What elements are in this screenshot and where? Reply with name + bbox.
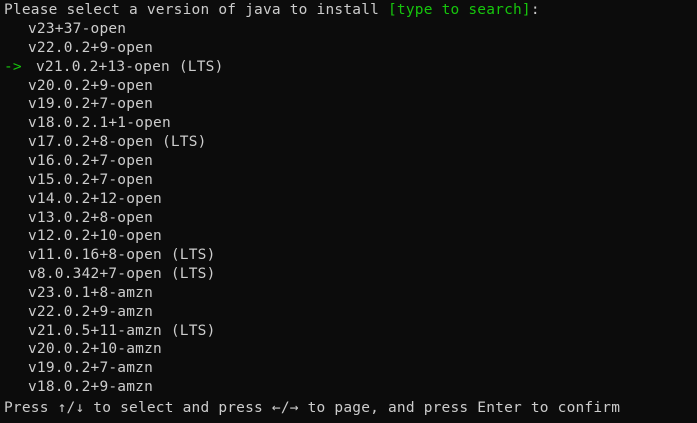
prompt-suffix: : — [530, 2, 540, 18]
version-option[interactable]: v8.0.342+7-open (LTS) — [0, 265, 690, 284]
version-label: v14.0.2+12-open — [28, 190, 162, 207]
version-label: v11.0.16+8-open (LTS) — [28, 247, 216, 264]
version-option[interactable]: v22.0.2+9-open — [0, 39, 690, 58]
version-label: v12.0.2+10-open — [28, 228, 162, 245]
version-label: v22.0.2+9-open — [28, 39, 154, 56]
version-option[interactable]: v13.0.2+8-open — [0, 209, 690, 228]
version-label: v21.0.2+13-open (LTS) — [36, 58, 224, 75]
version-option[interactable]: v16.0.2+7-open — [0, 152, 690, 171]
version-option[interactable]: v17.0.2+8-open (LTS) — [0, 133, 690, 152]
version-label: v22.0.2+9-amzn — [28, 303, 154, 320]
version-label: v20.0.2+10-amzn — [28, 341, 162, 358]
prompt-text: Please select a version of java to insta… — [4, 2, 388, 18]
version-option[interactable]: v20.0.2+10-amzn — [0, 340, 690, 359]
version-option[interactable]: v20.0.2+9-open — [0, 77, 690, 96]
version-label: v19.0.2+7-amzn — [28, 360, 154, 377]
version-option[interactable]: v18.0.2+9-amzn — [0, 378, 690, 397]
version-option[interactable]: v23+37-open — [0, 20, 690, 39]
version-option[interactable]: v19.0.2+7-amzn — [0, 359, 690, 378]
version-label: v18.0.2.1+1-open — [28, 115, 171, 132]
version-option[interactable]: v11.0.16+8-open (LTS) — [0, 246, 690, 265]
version-label: v21.0.5+11-amzn (LTS) — [28, 322, 216, 339]
version-option[interactable]: v19.0.2+7-open — [0, 95, 690, 114]
prompt-line: Please select a version of java to insta… — [4, 1, 540, 20]
version-option[interactable]: v14.0.2+12-open — [0, 190, 690, 209]
search-hint: [type to search] — [387, 2, 531, 18]
version-label: v23.0.1+8-amzn — [28, 284, 154, 301]
version-label: v15.0.2+7-open — [28, 171, 154, 188]
version-label: v19.0.2+7-open — [28, 96, 154, 113]
version-label: v20.0.2+9-open — [28, 77, 154, 94]
version-label: v23+37-open — [28, 21, 127, 37]
version-label: v16.0.2+7-open — [28, 152, 154, 169]
terminal-window: Please select a version of java to insta… — [0, 0, 697, 423]
version-label: v13.0.2+8-open — [28, 209, 154, 226]
version-option-selected[interactable]: -> v21.0.2+13-open (LTS) — [0, 58, 690, 77]
version-option[interactable]: v18.0.2.1+1-open — [0, 114, 690, 133]
footer-instructions: Press ↑/↓ to select and press ←/→ to pag… — [4, 400, 621, 416]
version-option[interactable]: v15.0.2+7-open — [0, 171, 690, 190]
version-option[interactable]: v22.0.2+9-amzn — [0, 303, 690, 322]
version-option[interactable]: v21.0.5+11-amzn (LTS) — [0, 322, 690, 341]
version-option[interactable]: v12.0.2+10-open — [0, 227, 690, 246]
version-option[interactable]: v23.0.1+8-amzn — [0, 284, 690, 303]
version-label: v18.0.2+9-amzn — [28, 379, 154, 396]
selection-arrow-icon: -> — [4, 58, 22, 75]
version-label: v17.0.2+8-open (LTS) — [28, 134, 207, 151]
version-label: v8.0.342+7-open (LTS) — [28, 266, 216, 283]
